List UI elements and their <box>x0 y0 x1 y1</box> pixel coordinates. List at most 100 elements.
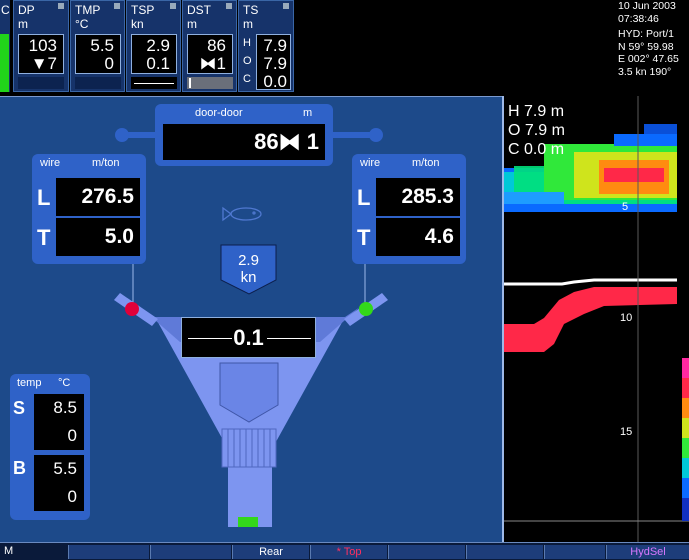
starboard-door-sensor-green <box>359 302 373 316</box>
ts-label-c: C <box>243 73 251 85</box>
starboard-door <box>344 293 388 326</box>
dst-unit: m <box>187 17 197 31</box>
info-speed-heading: 3.5 kn 190° <box>618 65 672 78</box>
wire-starboard-tension-label: T <box>357 225 371 250</box>
tmp-value-box: 5.5 0 <box>75 34 121 74</box>
info-longitude: E 002° 47.65 <box>618 53 679 65</box>
wire-starboard-header: wire <box>360 157 381 169</box>
dst-value: 86 <box>207 36 226 55</box>
bottom-button-1[interactable] <box>68 545 149 559</box>
tsp-unit: kn <box>131 17 144 31</box>
codend-grid <box>221 428 277 468</box>
tsp-panel[interactable]: TSP kn 2.9 0.1 <box>126 0 181 92</box>
sonar-readout: H 7.9 m O 7.9 m C 0.0 m <box>508 102 565 159</box>
ts-label-h: H <box>243 37 251 49</box>
headrope-opening-box[interactable]: 0.1 <box>181 317 316 358</box>
info-source: HYD: Port/1 <box>618 28 675 40</box>
temperature-panel[interactable]: temp °C S B 8.5 0 5.5 0 <box>10 374 90 520</box>
bottom-toolbar: M Rear * Top HydSel <box>0 542 689 560</box>
dp-value: 103 <box>28 36 57 55</box>
wire-starboard-length-label: L <box>357 185 371 210</box>
temp-surface-box: 8.5 0 <box>34 394 84 450</box>
headrope-opening-value: 0.1 <box>233 325 264 350</box>
temp-bottom-value-2: 0 <box>67 487 77 506</box>
door-port-knob <box>115 128 129 142</box>
door-door-panel[interactable]: door-door m 86⧓ 1 <box>155 104 333 166</box>
speed-badge[interactable]: 2.9 kn <box>221 252 276 286</box>
temp-surface-value-2: 0 <box>67 426 77 445</box>
sonar-o: O 7.9 m <box>508 122 565 139</box>
wire-port-length-label: L <box>37 185 51 210</box>
depth-tick-5: 5 <box>622 201 629 213</box>
ts-value-c: 0.0 <box>263 72 287 91</box>
hydsel-button[interactable]: HydSel <box>606 545 689 559</box>
door-door-unit: m <box>303 107 313 119</box>
bottom-button-7[interactable] <box>544 545 605 559</box>
left-edge-green-bar <box>0 34 9 92</box>
ts-panel[interactable]: TS m H O C 7.9 7.9 0.0 <box>238 0 294 92</box>
top-status-bar: C DP m 103 ▼7 TMP °C 5.5 0 TSP kn 2.9 0.… <box>0 0 689 96</box>
temp-surface-label: S <box>13 398 26 418</box>
speed-value: 2.9 <box>238 252 259 269</box>
port-door-sensor-red <box>125 302 139 316</box>
info-date: 10 Jun 2003 <box>618 0 676 12</box>
wire-port-tension-value: 5.0 <box>56 218 140 256</box>
dp-title: DP <box>18 3 35 17</box>
ts-value-h: 7.9 <box>263 36 287 55</box>
sonar-echogram[interactable]: H 7.9 m O 7.9 m C 0.0 m 5 10 15 <box>504 96 689 542</box>
tmp-panel[interactable]: TMP °C 5.5 0 <box>70 0 125 92</box>
echogram-canvas <box>504 96 689 542</box>
wire-port-length-value: 276.5 <box>56 178 140 216</box>
temp-bottom-value: 5.5 <box>53 459 77 478</box>
sonar-c: C 0.0 m <box>508 141 565 158</box>
left-edge-panel: C <box>0 0 10 92</box>
wire-starboard-length-value: 285.3 <box>376 178 460 216</box>
info-latitude: N 59° 59.98 <box>618 40 674 53</box>
dst-value-box: 86 ⧓1 <box>187 34 233 74</box>
door-starboard-knob <box>369 128 383 142</box>
bottom-mode-label: M <box>4 545 14 557</box>
temp-bottom-label: B <box>13 458 26 478</box>
wire-starboard-panel[interactable]: wire m/ton L T 285.3 4.6 <box>352 154 466 264</box>
dp-value-box: 103 ▼7 <box>18 34 64 74</box>
position-info-box: 10 Jun 2003 07:38:46 HYD: Port/1 N 59° 5… <box>614 0 689 96</box>
dst-panel[interactable]: DST m 86 ⧓1 <box>182 0 237 92</box>
tmp-unit: °C <box>75 17 89 31</box>
catch-sensor-indicator <box>238 517 258 527</box>
dp-value-2: ▼7 <box>30 54 57 73</box>
top-button[interactable]: * Top <box>310 545 387 559</box>
wire-starboard-tension-value: 4.6 <box>376 218 460 256</box>
ts-value-box: 7.9 7.9 0.0 <box>256 34 291 91</box>
tsp-value-box: 2.9 0.1 <box>131 34 177 74</box>
ts-unit: m <box>243 17 253 31</box>
info-time: 07:38:46 <box>618 12 659 25</box>
tmp-title: TMP <box>75 3 101 17</box>
tsp-title: TSP <box>131 3 155 17</box>
temp-surface-value: 8.5 <box>53 398 77 417</box>
ts-value-o: 7.9 <box>263 54 287 73</box>
bottom-button-2[interactable] <box>150 545 231 559</box>
speed-unit: kn <box>240 269 257 286</box>
wire-port-header: wire <box>40 157 61 169</box>
rear-button[interactable]: Rear <box>232 545 309 559</box>
left-edge-label: C <box>1 3 10 17</box>
door-door-value: 86⧓ 1 <box>163 124 325 160</box>
dst-value-2: ⧓1 <box>199 54 226 73</box>
wire-port-panel[interactable]: wire m/ton L T 276.5 5.0 <box>32 154 146 264</box>
wire-port-unit: m/ton <box>92 157 120 169</box>
temp-unit: °C <box>58 377 71 389</box>
tsp-value: 2.9 <box>146 36 170 55</box>
wire-starboard-unit: m/ton <box>412 157 440 169</box>
depth-tick-10: 10 <box>620 312 633 324</box>
tmp-value: 5.5 <box>90 36 114 55</box>
dp-unit: m <box>18 17 28 31</box>
depth-tick-15: 15 <box>620 426 633 438</box>
door-door-label: door-door <box>195 107 243 119</box>
wire-port-tension-label: T <box>37 225 51 250</box>
sonar-h: H 7.9 m <box>508 103 565 120</box>
ts-label-o: O <box>243 55 252 67</box>
bottom-button-6[interactable] <box>466 545 543 559</box>
tmp-value-2: 0 <box>104 54 114 73</box>
dp-panel[interactable]: DP m 103 ▼7 <box>13 0 69 92</box>
bottom-button-5[interactable] <box>388 545 465 559</box>
